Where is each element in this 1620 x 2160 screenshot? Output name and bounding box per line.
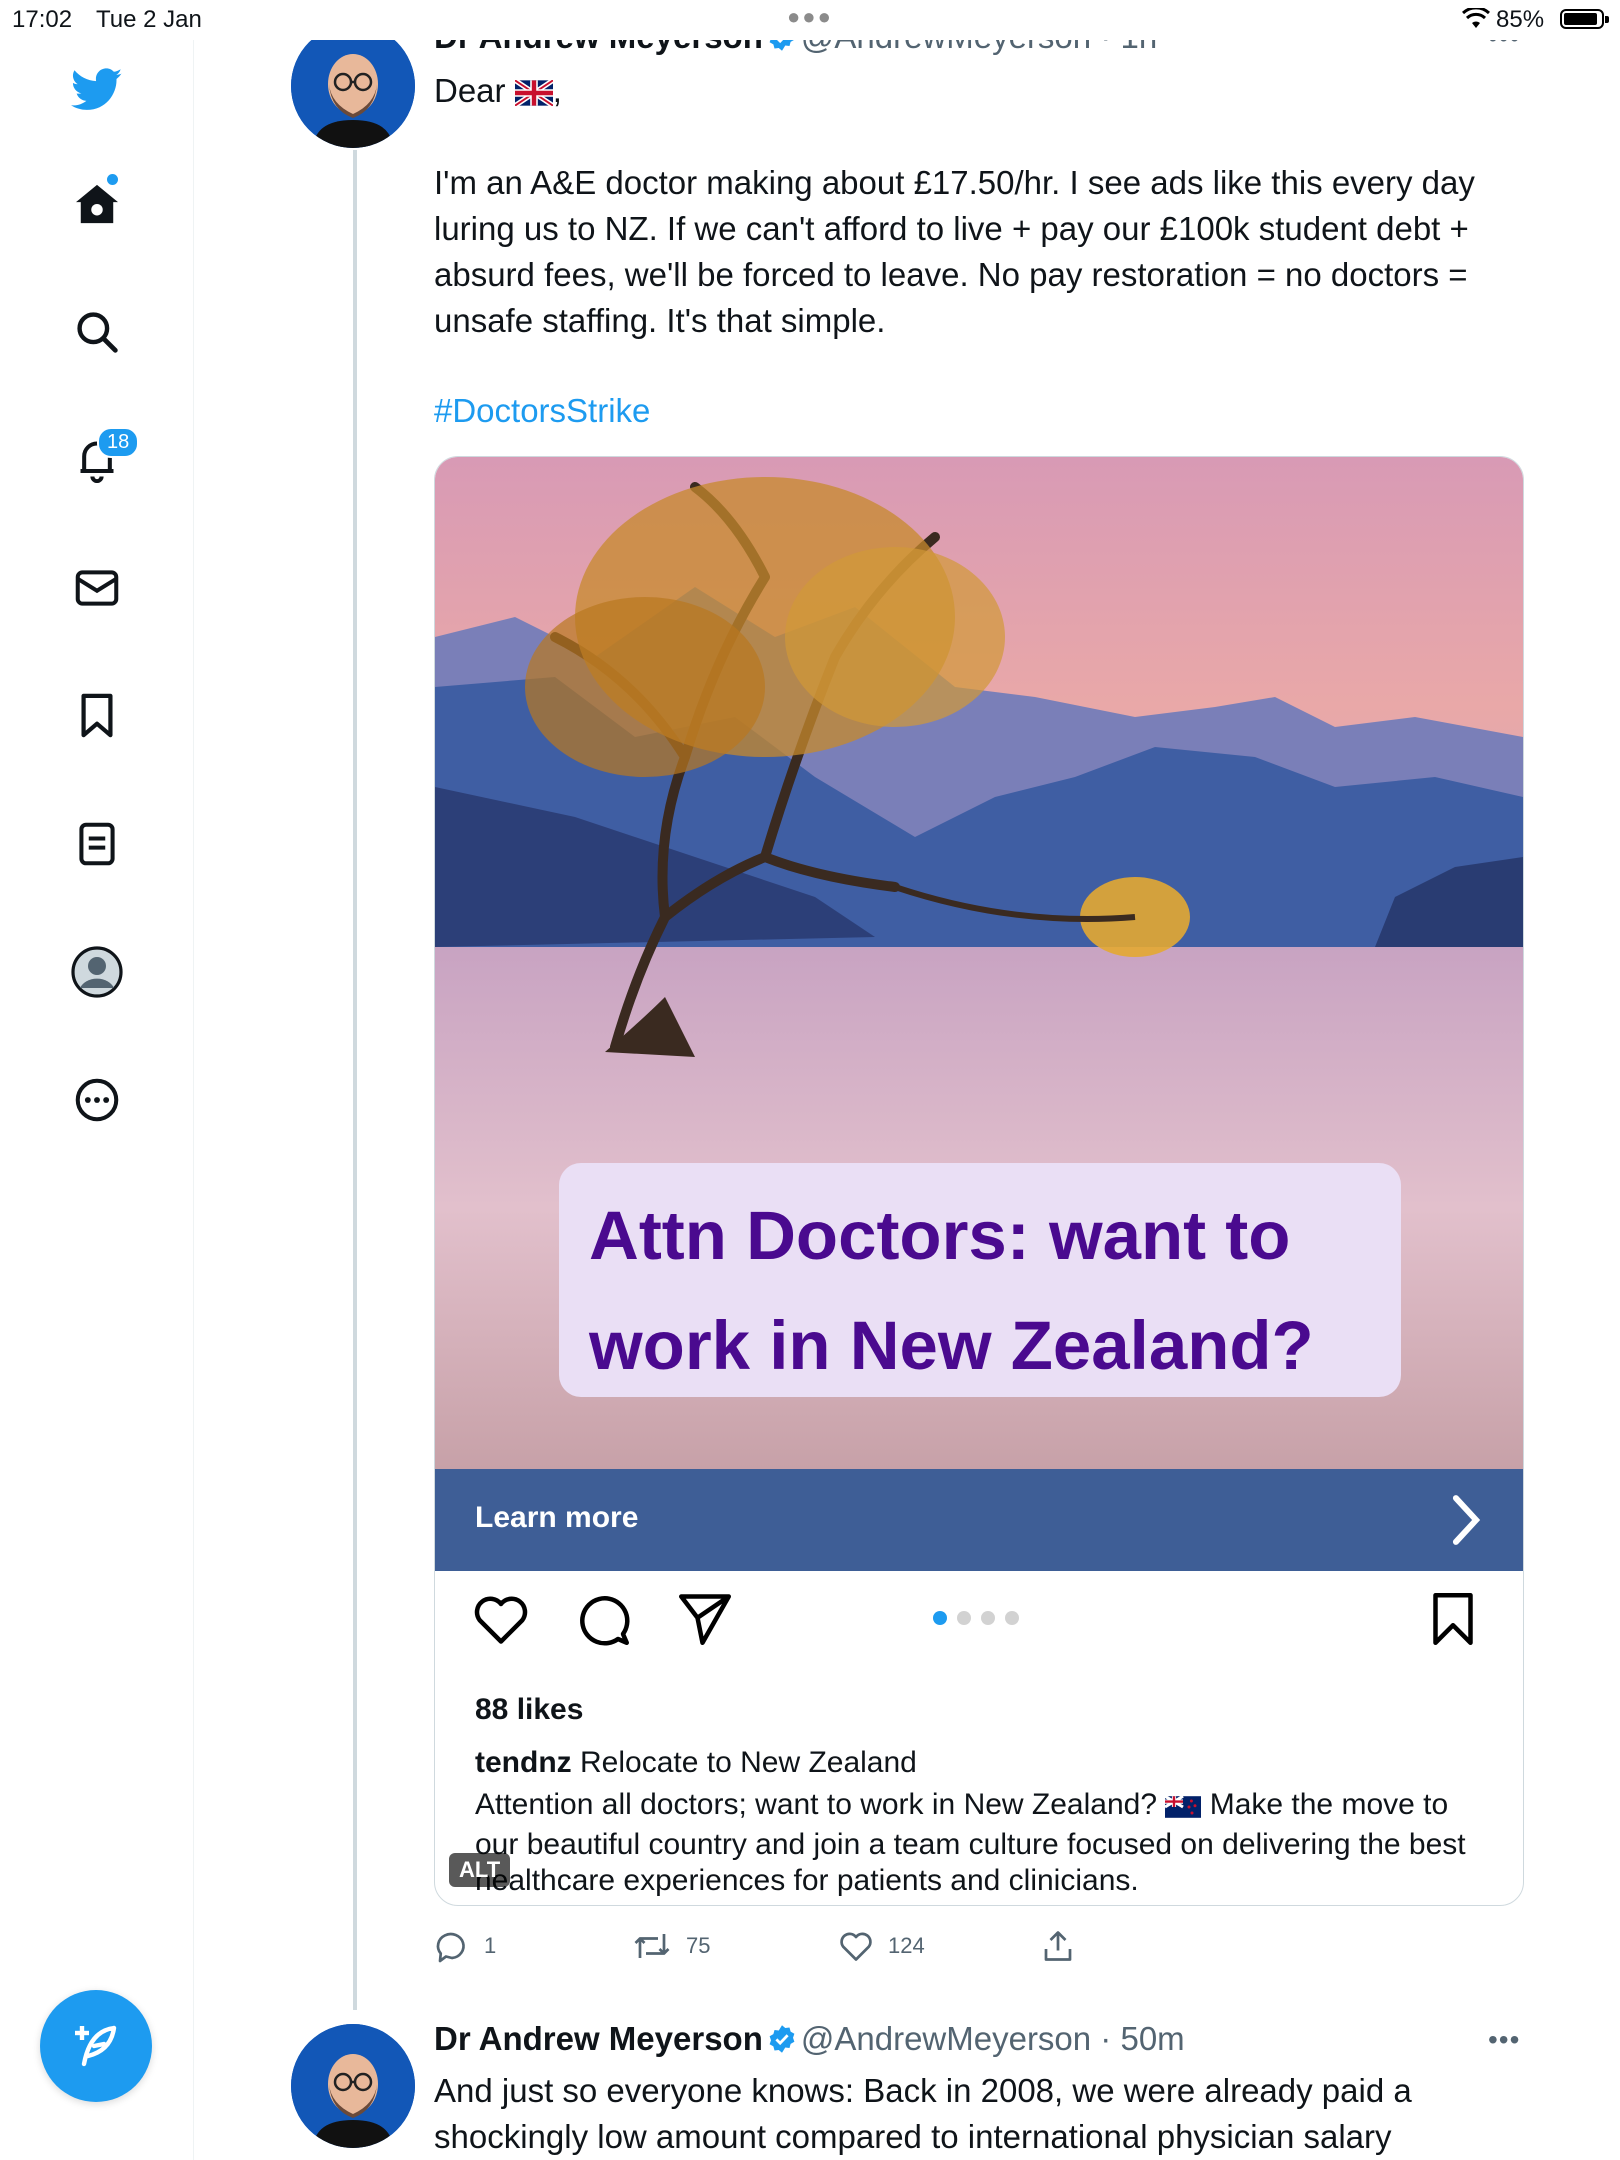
home-icon[interactable] bbox=[69, 176, 125, 232]
uk-flag-icon bbox=[513, 72, 555, 118]
like-icon bbox=[840, 1932, 872, 1961]
retweet-button[interactable]: 75 bbox=[632, 1928, 710, 1964]
save-icon bbox=[1433, 1593, 1473, 1645]
tweet-greeting: Dear , bbox=[434, 68, 1534, 118]
ad-headline-line1: Attn Doctors: want to bbox=[589, 1197, 1291, 1274]
battery-percent: 85% bbox=[1496, 6, 1545, 33]
multitask-dots-icon[interactable]: ●●● bbox=[787, 4, 833, 30]
compose-button[interactable] bbox=[40, 1990, 152, 2102]
tweet-body: And just so everyone knows: Back in 2008… bbox=[434, 2068, 1534, 2160]
sidebar-nav: 18 bbox=[0, 0, 194, 2160]
ad-headline: Attn Doctors: want to work in New Zealan… bbox=[559, 1163, 1401, 1397]
reply-icon bbox=[436, 1932, 465, 1963]
ad-headline-line2: work in New Zealand? bbox=[589, 1307, 1314, 1384]
like-count: 124 bbox=[888, 1933, 925, 1958]
twitter-logo-icon[interactable] bbox=[69, 62, 125, 118]
status-time: 17:02 bbox=[12, 6, 73, 33]
reply-count: 1 bbox=[484, 1933, 497, 1958]
search-icon[interactable] bbox=[69, 304, 125, 360]
battery-icon bbox=[1560, 9, 1609, 29]
compose-icon bbox=[75, 2025, 117, 2067]
ig-likes-count: 88 likes bbox=[475, 1693, 584, 1726]
ig-caption-part1: Attention all doctors; want to work in N… bbox=[475, 1788, 1158, 1821]
ig-caption-user: tendnz bbox=[475, 1746, 572, 1779]
profile-icon[interactable] bbox=[69, 944, 125, 1000]
notifications-badge: 18 bbox=[97, 427, 140, 458]
tweet-header: Dr Andrew Meyerson @AndrewMeyerson · 50m bbox=[434, 2020, 1185, 2062]
hashtag-link[interactable]: #DoctorsStrike bbox=[434, 392, 650, 430]
avatar[interactable] bbox=[291, 24, 415, 148]
chevron-right-icon bbox=[1452, 1495, 1481, 1545]
thread-connector bbox=[353, 150, 357, 2010]
bookmark-icon[interactable] bbox=[69, 688, 125, 744]
author-name[interactable]: Dr Andrew Meyerson bbox=[434, 2020, 763, 2057]
retweet-icon bbox=[634, 1934, 670, 1958]
ig-caption: tendnz Relocate to New Zealand Attention… bbox=[475, 1745, 1485, 1899]
like-button[interactable]: 124 bbox=[838, 1928, 925, 1964]
tweet-more-icon[interactable]: ••• bbox=[1488, 2024, 1520, 2056]
carousel-dots bbox=[933, 1611, 1029, 1630]
tweet-body-line1: And just so everyone knows: Back in 2008… bbox=[434, 2072, 1412, 2109]
share-icon bbox=[1044, 1931, 1072, 1961]
verified-badge-icon bbox=[767, 2024, 797, 2062]
reply-button[interactable]: 1 bbox=[434, 1928, 496, 1964]
wifi-icon bbox=[1461, 6, 1491, 35]
share-button[interactable] bbox=[1040, 1928, 1076, 1964]
retweet-count: 75 bbox=[686, 1933, 711, 1958]
send-icon bbox=[679, 1594, 731, 1645]
author-handle[interactable]: @AndrewMeyerson · 50m bbox=[801, 2020, 1185, 2057]
ig-caption-title: Relocate to New Zealand bbox=[580, 1746, 917, 1779]
learn-more-label: Learn more bbox=[475, 1501, 639, 1534]
avatar[interactable] bbox=[291, 2024, 415, 2148]
mail-icon[interactable] bbox=[69, 560, 125, 616]
heart-icon bbox=[474, 1596, 528, 1644]
greeting-prefix: Dear bbox=[434, 72, 506, 109]
instagram-actions bbox=[435, 1589, 1523, 1659]
lists-icon[interactable] bbox=[69, 816, 125, 872]
nz-flag-icon bbox=[1164, 1791, 1202, 1827]
more-icon[interactable] bbox=[69, 1072, 125, 1128]
greeting-suffix: , bbox=[552, 72, 562, 109]
learn-more-button[interactable]: Learn more bbox=[435, 1469, 1523, 1571]
comment-icon bbox=[580, 1596, 630, 1646]
tweet-actions: 1 75 124 bbox=[434, 1928, 1534, 1968]
tweet-media[interactable]: Attn Doctors: want to work in New Zealan… bbox=[434, 456, 1524, 1906]
status-bar: 17:02 Tue 2 Jan ●●● 85% bbox=[0, 0, 1620, 40]
tweet-body-line2: shockingly low amount compared to intern… bbox=[434, 2118, 1392, 2155]
home-new-indicator bbox=[107, 174, 118, 185]
status-date: Tue 2 Jan bbox=[96, 6, 202, 33]
tweet-body: I'm an A&E doctor making about £17.50/hr… bbox=[434, 164, 1475, 339]
alt-text-badge[interactable]: ALT bbox=[449, 1853, 511, 1887]
